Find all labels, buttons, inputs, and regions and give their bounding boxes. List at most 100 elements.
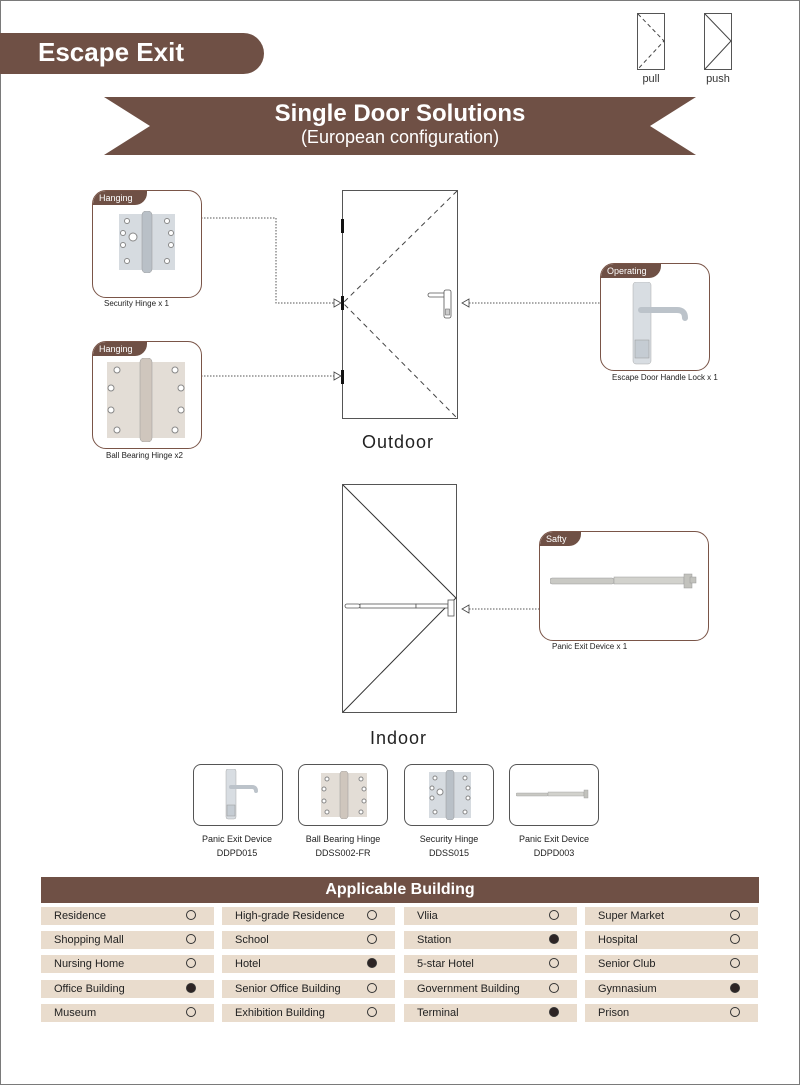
product-caption: Panic Exit Device DDPD015 — [182, 832, 292, 860]
security-hinge-icon — [119, 211, 175, 273]
product-code: DDPD015 — [216, 848, 258, 858]
arrow-ball-bearing-hinge — [333, 371, 342, 381]
building-label: Museum — [54, 1007, 97, 1019]
hinge-mark-top — [341, 219, 344, 233]
component-card-panic-device[interactable]: Safty — [539, 531, 709, 641]
indoor-label: Indoor — [370, 728, 428, 748]
component-card-ball-bearing-hinge[interactable]: Hanging — [92, 341, 202, 449]
handle-cylinder — [445, 308, 450, 316]
building-label: Government Building — [417, 983, 520, 995]
product-caption: Panic Exit Device DDPD003 — [499, 832, 609, 860]
building-label: Station — [417, 934, 452, 946]
connector-security-hinge — [201, 217, 334, 304]
product-code: DDSS015 — [428, 848, 470, 858]
building-label: 5-star Hotel — [417, 958, 474, 970]
product-card[interactable] — [193, 764, 283, 826]
product-name: Security Hinge — [419, 834, 479, 844]
not-applicable-empty-circle-icon — [367, 910, 377, 920]
not-applicable-empty-circle-icon — [730, 1007, 740, 1017]
building-row: Senior Club — [585, 955, 758, 973]
panic-bar-head — [447, 599, 455, 617]
building-row: Exhibition Building — [222, 1004, 395, 1022]
not-applicable-empty-circle-icon — [186, 958, 196, 968]
building-row: High-grade Residence — [222, 907, 395, 925]
not-applicable-empty-circle-icon — [730, 934, 740, 944]
indoor-push-swing-lines — [342, 484, 457, 713]
building-label: Senior Office Building — [235, 983, 341, 995]
building-row: Station — [404, 931, 577, 949]
building-label: Vliia — [417, 910, 438, 922]
product-name: Panic Exit Device — [201, 834, 273, 844]
component-tag: Operating — [601, 264, 661, 278]
not-applicable-empty-circle-icon — [549, 983, 559, 993]
building-row: Residence — [41, 907, 214, 925]
arrow-security-hinge — [333, 298, 342, 308]
panic-bar-icon — [516, 789, 589, 799]
ball-bearing-hinge-icon — [107, 358, 185, 442]
applicable-filled-circle-icon — [730, 983, 740, 993]
not-applicable-empty-circle-icon — [549, 958, 559, 968]
not-applicable-empty-circle-icon — [186, 910, 196, 920]
not-applicable-empty-circle-icon — [730, 910, 740, 920]
outdoor-door-outline — [342, 190, 458, 419]
building-label: Super Market — [598, 910, 665, 922]
ball-bearing-hinge-icon — [321, 771, 367, 819]
outdoor-pull-swing-lines — [342, 190, 458, 419]
arrow-handle-lock — [461, 298, 470, 308]
building-row: Vliia — [404, 907, 577, 925]
applicable-filled-circle-icon — [367, 958, 377, 968]
building-row: School — [222, 931, 395, 949]
not-applicable-empty-circle-icon — [367, 934, 377, 944]
building-label: Office Building — [54, 983, 125, 995]
building-row: Museum — [41, 1004, 214, 1022]
component-tag: Hanging — [93, 191, 147, 205]
component-tag: Hanging — [93, 342, 147, 356]
building-row: Hotel — [222, 955, 395, 973]
applicable-filled-circle-icon — [549, 1007, 559, 1017]
building-row: Super Market — [585, 907, 758, 925]
component-card-handle-lock[interactable]: Operating — [600, 263, 710, 371]
building-row: Shopping Mall — [41, 931, 214, 949]
building-label: Shopping Mall — [54, 934, 124, 946]
component-caption: Panic Exit Device x 1 — [552, 642, 628, 651]
building-row: Senior Office Building — [222, 980, 395, 998]
building-label: Gymnasium — [598, 983, 657, 995]
building-label: School — [235, 934, 269, 946]
outdoor-label: Outdoor — [362, 432, 435, 452]
product-name: Panic Exit Device — [518, 834, 590, 844]
product-card[interactable] — [404, 764, 494, 826]
product-card[interactable] — [298, 764, 388, 826]
component-caption: Escape Door Handle Lock x 1 — [612, 373, 718, 382]
security-hinge-icon — [429, 770, 471, 820]
product-caption: Security Hinge DDSS015 — [394, 832, 504, 860]
not-applicable-empty-circle-icon — [186, 934, 196, 944]
building-label: Residence — [54, 910, 106, 922]
building-label: Hospital — [598, 934, 638, 946]
arrow-panic-device — [461, 604, 470, 614]
building-row: Office Building — [41, 980, 214, 998]
building-label: Nursing Home — [54, 958, 125, 970]
product-card[interactable] — [509, 764, 599, 826]
product-code: DDSS002-FR — [315, 848, 371, 858]
component-tag: Safty — [540, 532, 581, 546]
component-caption: Security Hinge x 1 — [104, 299, 169, 308]
not-applicable-empty-circle-icon — [367, 983, 377, 993]
component-caption: Ball Bearing Hinge x2 — [106, 451, 183, 460]
door-handle-lock-icon — [632, 282, 688, 365]
indoor-door-outline — [342, 484, 457, 713]
door-handle-lock-icon — [225, 769, 258, 820]
building-row: Government Building — [404, 980, 577, 998]
product-caption: Ball Bearing Hinge DDSS002-FR — [288, 832, 398, 860]
not-applicable-empty-circle-icon — [730, 958, 740, 968]
not-applicable-empty-circle-icon — [186, 1007, 196, 1017]
not-applicable-empty-circle-icon — [367, 1007, 377, 1017]
component-card-security-hinge[interactable]: Hanging — [92, 190, 202, 298]
panic-bar-push-rod — [344, 603, 361, 609]
building-row: Terminal — [404, 1004, 577, 1022]
building-label: High-grade Residence — [235, 910, 345, 922]
applicable-filled-circle-icon — [186, 983, 196, 993]
product-code: DDPD003 — [533, 848, 575, 858]
applicable-filled-circle-icon — [549, 934, 559, 944]
hinge-mark-bottom — [341, 370, 344, 384]
applicable-building-header: Applicable Building — [41, 877, 759, 903]
